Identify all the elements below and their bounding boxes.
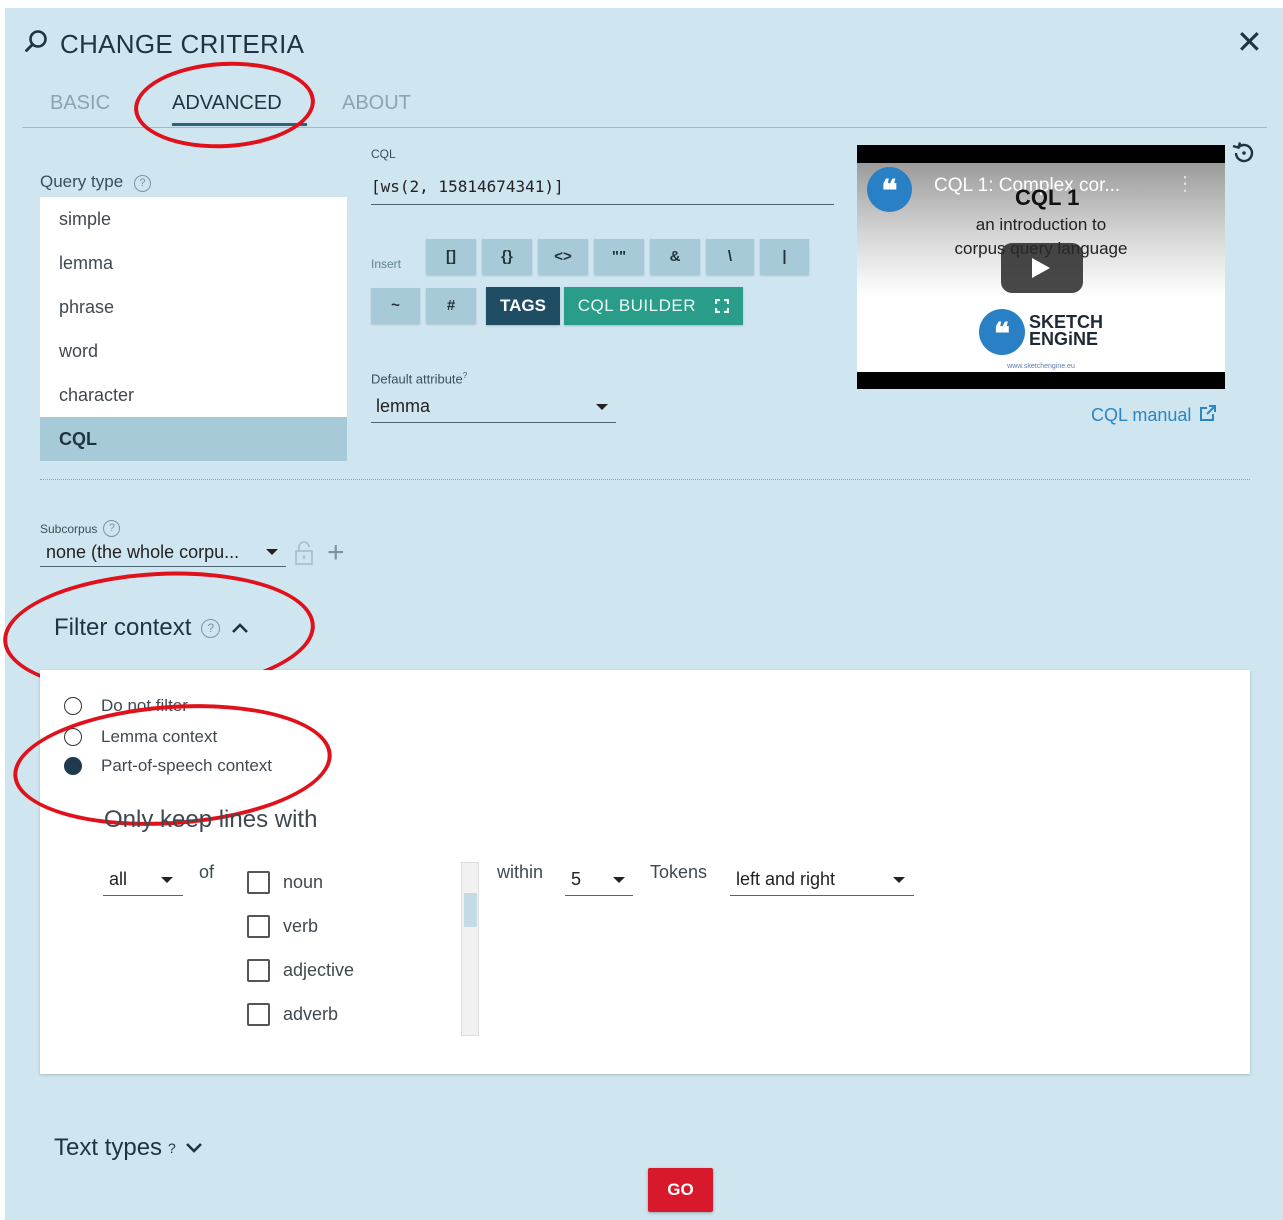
insert-braces-button[interactable]: {}: [482, 239, 532, 275]
radio-button[interactable]: [64, 697, 82, 715]
cql-label: CQL: [371, 147, 396, 161]
chevron-down-icon: [266, 549, 278, 555]
insert-pipe-button[interactable]: |: [760, 239, 809, 275]
radio-button-selected[interactable]: [64, 757, 82, 775]
dialog-title: CHANGE CRITERIA: [24, 28, 304, 61]
insert-and-button[interactable]: &: [650, 239, 700, 275]
query-type-simple[interactable]: simple: [40, 197, 347, 241]
tokens-label: Tokens: [650, 862, 708, 882]
query-type-phrase[interactable]: phrase: [40, 285, 347, 329]
window-size-select[interactable]: 5: [565, 866, 633, 896]
slide-title: CQL 1: [1015, 185, 1080, 210]
chevron-down-icon: [596, 404, 608, 410]
insert-quotes-button[interactable]: "": [594, 239, 644, 275]
direction-select[interactable]: left and right: [730, 866, 914, 896]
help-icon[interactable]: ?: [133, 175, 151, 192]
query-type-label: Query type ?: [40, 172, 151, 192]
history-icon[interactable]: [1231, 140, 1257, 172]
tab-bar: BASIC ADVANCED ABOUT: [22, 90, 1267, 128]
chevron-down-icon: [613, 877, 625, 883]
help-icon[interactable]: ?: [103, 520, 121, 537]
filter-context-panel: [40, 670, 1250, 1074]
query-type-word[interactable]: word: [40, 329, 347, 373]
insert-hash-button[interactable]: #: [426, 288, 476, 324]
subcorpus-label: Subcorpus ?: [40, 520, 121, 537]
radio-lemma-context[interactable]: Lemma context: [64, 727, 217, 747]
insert-tilde-button[interactable]: ~: [371, 288, 420, 324]
chevron-down-icon: [184, 1134, 204, 1162]
search-icon: [24, 28, 50, 61]
pos-item-adverb[interactable]: adverb: [247, 1003, 338, 1026]
checkbox[interactable]: [247, 871, 270, 894]
query-type-lemma[interactable]: lemma: [40, 241, 347, 285]
radio-do-not-filter[interactable]: Do not filter: [64, 696, 188, 716]
pos-list-scrollbar[interactable]: [461, 862, 479, 1036]
default-attribute-select[interactable]: lemma: [371, 393, 616, 423]
radio-pos-context[interactable]: Part-of-speech context: [64, 756, 272, 776]
lock-icon[interactable]: [294, 540, 314, 571]
cql-manual-link[interactable]: CQL manual: [1091, 404, 1217, 427]
insert-brackets-button[interactable]: []: [426, 239, 476, 275]
more-icon[interactable]: ⋮: [1175, 171, 1195, 196]
radio-button[interactable]: [64, 728, 82, 746]
of-label: of: [199, 862, 215, 882]
channel-logo-icon: ❝: [867, 167, 912, 212]
chevron-down-icon: [893, 877, 905, 883]
add-subcorpus-icon[interactable]: +: [327, 536, 345, 570]
logo-text: SKETCH ENGiNE: [1029, 312, 1104, 349]
tab-advanced[interactable]: ADVANCED: [172, 92, 282, 115]
chevron-up-icon: [230, 614, 250, 642]
tab-about[interactable]: ABOUT: [342, 92, 411, 115]
query-type-list: simple lemma phrase word character CQL: [40, 197, 347, 461]
video-slide: ❝ CQL 1: Complex cor... ⋮ CQL 1 an intro…: [857, 163, 1225, 372]
close-icon[interactable]: ✕: [1236, 26, 1263, 58]
play-button[interactable]: [1001, 243, 1083, 293]
scroll-thumb[interactable]: [464, 893, 477, 927]
tags-button[interactable]: TAGS: [486, 287, 560, 325]
default-attribute-label: Default attribute?: [371, 371, 468, 387]
filter-context-toggle[interactable]: Filter context ?: [54, 614, 250, 642]
help-icon[interactable]: ?: [201, 618, 221, 638]
tab-basic[interactable]: BASIC: [50, 92, 110, 115]
query-type-character[interactable]: character: [40, 373, 347, 417]
checkbox[interactable]: [247, 915, 270, 938]
checkbox[interactable]: [247, 1003, 270, 1026]
checkbox[interactable]: [247, 959, 270, 982]
pos-item-adjective[interactable]: adjective: [247, 959, 354, 982]
video-player[interactable]: ❝ CQL 1: Complex cor... ⋮ CQL 1 an intro…: [857, 145, 1225, 389]
only-keep-lines-label: Only keep lines with: [104, 806, 318, 833]
fullscreen-icon: [715, 289, 730, 327]
within-label: within: [497, 862, 544, 882]
chevron-down-icon: [161, 877, 173, 883]
text-types-toggle[interactable]: Text types?: [54, 1134, 204, 1162]
slide-line-1: an introduction to: [975, 215, 1107, 234]
insert-label: Insert: [371, 257, 402, 271]
dialog-title-text: CHANGE CRITERIA: [60, 29, 305, 59]
logo-url: www.sketchengine.eu: [1007, 363, 1075, 370]
cql-builder-button[interactable]: CQL BUILDER: [564, 287, 743, 325]
external-link-icon: [1199, 404, 1217, 427]
cql-input[interactable]: [ws(2, 15814674341)]: [371, 173, 834, 205]
go-button[interactable]: GO: [648, 1168, 713, 1212]
active-tab-indicator: [172, 123, 307, 126]
subcorpus-select[interactable]: none (the whole corpu...: [40, 540, 286, 567]
quantifier-select[interactable]: all: [103, 866, 183, 896]
insert-angles-button[interactable]: <>: [538, 239, 588, 275]
insert-backslash-button[interactable]: \: [706, 239, 754, 275]
pos-item-verb[interactable]: verb: [247, 915, 318, 938]
section-divider: [40, 479, 1250, 480]
query-type-cql[interactable]: CQL: [40, 417, 347, 461]
sketch-engine-logo-icon: ❝: [979, 309, 1025, 355]
pos-item-noun[interactable]: noun: [247, 871, 323, 894]
